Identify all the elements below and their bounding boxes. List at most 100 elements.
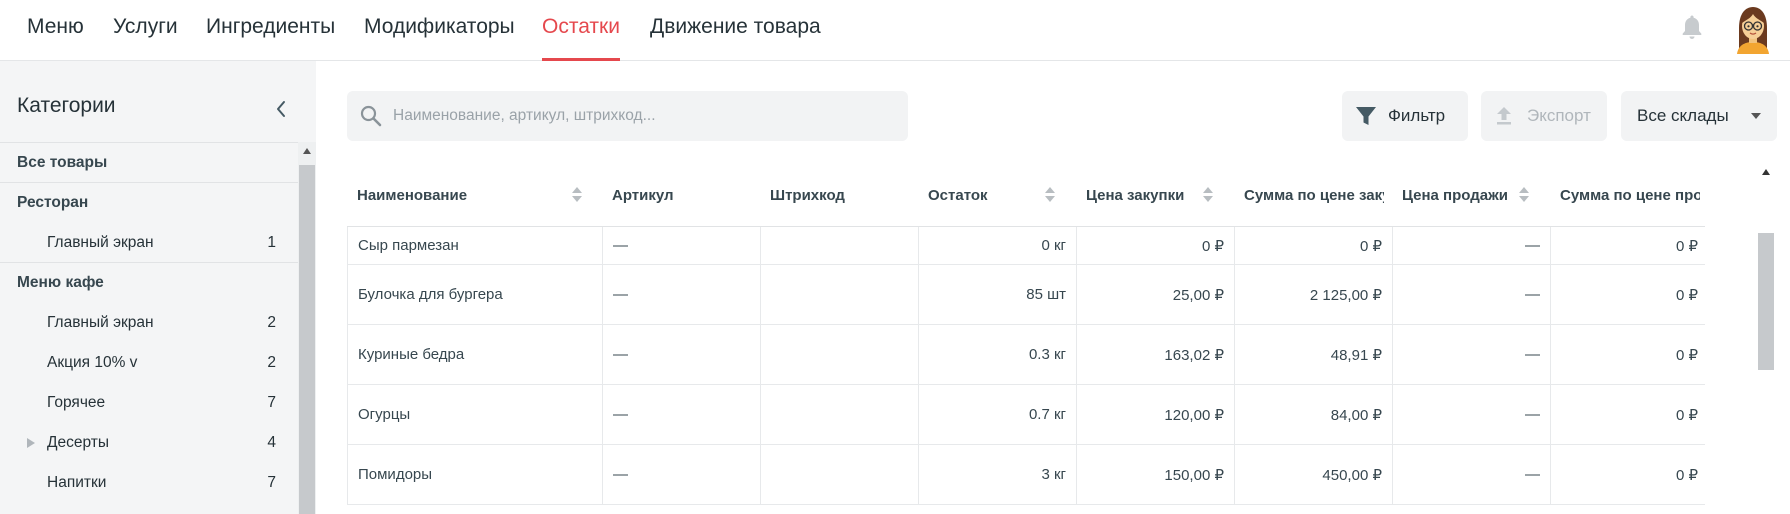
category-label: Все товары xyxy=(17,154,108,171)
cell-sale-sum: 0 ₽ xyxy=(1551,445,1705,504)
export-label: Экспорт xyxy=(1527,106,1591,125)
cell-barcode xyxy=(761,325,919,384)
warehouse-select-value: Все склады xyxy=(1637,106,1729,125)
table-body: Сыр пармезан — 0 кг 0 ₽ 0 ₽ — 0 ₽ Булочк… xyxy=(347,227,1705,505)
cell-barcode xyxy=(761,227,919,264)
chevron-down-icon xyxy=(1751,113,1761,119)
table-row[interactable]: Помидоры — 3 кг 150,00 ₽ 450,00 ₽ — 0 ₽ xyxy=(347,445,1705,505)
category-restaurant[interactable]: Ресторан xyxy=(0,183,298,223)
cell-name: Сыр пармезан xyxy=(347,227,603,264)
tab-ingredients[interactable]: Ингредиенты xyxy=(206,0,335,61)
category-count: 4 xyxy=(267,434,276,451)
cell-article: — xyxy=(603,445,761,504)
cell-barcode xyxy=(761,265,919,324)
category-cafe-menu[interactable]: Меню кафе xyxy=(0,263,298,303)
table-row[interactable]: Огурцы — 0.7 кг 120,00 ₽ 84,00 ₽ — 0 ₽ xyxy=(347,385,1705,445)
tab-services[interactable]: Услуги xyxy=(113,0,178,61)
warehouse-select[interactable]: Все склады xyxy=(1621,91,1777,141)
cell-purchase-sum: 84,00 ₽ xyxy=(1235,385,1393,444)
cell-sale-price: — xyxy=(1393,445,1551,504)
filter-label: Фильтр xyxy=(1388,106,1446,125)
category-count: 7 xyxy=(267,394,276,411)
category-list: Все товары Ресторан Главный экран 1 Меню… xyxy=(0,142,298,503)
cell-balance: 85 шт xyxy=(919,265,1077,324)
cell-balance: 0.7 кг xyxy=(919,385,1077,444)
stock-table: Наименование Артикул Штрихкод Остаток Це… xyxy=(347,165,1705,514)
cell-purchase-price: 150,00 ₽ xyxy=(1077,445,1235,504)
column-header-name[interactable]: Наименование xyxy=(347,165,602,227)
category-count: 7 xyxy=(267,474,276,491)
cell-purchase-price: 163,02 ₽ xyxy=(1077,325,1235,384)
top-navigation: Меню Услуги Ингредиенты Модификаторы Ост… xyxy=(0,0,1790,61)
cell-purchase-sum: 0 ₽ xyxy=(1235,227,1393,264)
category-label: Главный экран xyxy=(47,314,154,331)
category-cafe-main-screen[interactable]: Главный экран 2 xyxy=(0,303,298,343)
cell-sale-price: — xyxy=(1393,265,1551,324)
scroll-up-arrow-icon[interactable] xyxy=(303,148,311,154)
sort-icon[interactable] xyxy=(1045,187,1055,203)
sidebar-scrollbar-thumb[interactable] xyxy=(299,165,315,514)
column-header-purchase-price[interactable]: Цена закупки xyxy=(1076,165,1234,227)
column-header-sale-sum[interactable]: Сумма по цене продажи xyxy=(1550,165,1700,227)
cell-sale-sum: 0 ₽ xyxy=(1551,265,1705,324)
cell-sale-price: — xyxy=(1393,325,1551,384)
tab-goods-movement[interactable]: Движение товара xyxy=(650,0,821,61)
category-restaurant-main-screen[interactable]: Главный экран 1 xyxy=(0,223,298,263)
cell-sale-sum: 0 ₽ xyxy=(1551,325,1705,384)
tab-stock[interactable]: Остатки xyxy=(542,0,620,61)
export-button[interactable]: Экспорт xyxy=(1481,91,1607,141)
sort-icon[interactable] xyxy=(572,187,582,203)
category-label: Меню кафе xyxy=(17,274,104,291)
cell-name: Огурцы xyxy=(347,385,603,444)
cell-article: — xyxy=(603,325,761,384)
category-label: Ресторан xyxy=(17,194,89,211)
filter-icon xyxy=(1356,107,1376,125)
category-count: 1 xyxy=(267,234,276,251)
cell-name: Булочка для бургера xyxy=(347,265,603,324)
expand-arrow-icon[interactable] xyxy=(27,438,35,448)
cell-purchase-sum: 2 125,00 ₽ xyxy=(1235,265,1393,324)
cell-balance: 3 кг xyxy=(919,445,1077,504)
cell-name: Помидоры xyxy=(347,445,603,504)
user-avatar[interactable] xyxy=(1732,4,1774,54)
table-row[interactable]: Сыр пармезан — 0 кг 0 ₽ 0 ₽ — 0 ₽ xyxy=(347,227,1705,265)
chevron-left-icon[interactable] xyxy=(271,97,291,121)
search-box xyxy=(347,91,908,141)
category-promo[interactable]: Акция 10% v 2 xyxy=(0,343,298,383)
cell-article: — xyxy=(603,385,761,444)
column-header-barcode[interactable]: Штрихкод xyxy=(760,165,918,227)
category-hot[interactable]: Горячее 7 xyxy=(0,383,298,423)
category-label: Десерты xyxy=(47,434,110,451)
upload-icon xyxy=(1497,107,1511,125)
search-input[interactable] xyxy=(393,91,893,141)
cell-purchase-sum: 450,00 ₽ xyxy=(1235,445,1393,504)
tab-menu[interactable]: Меню xyxy=(27,0,84,61)
table-scrollbar-thumb[interactable] xyxy=(1758,233,1774,370)
category-drinks[interactable]: Напитки 7 xyxy=(0,463,298,503)
table-header: Наименование Артикул Штрихкод Остаток Це… xyxy=(347,165,1705,227)
column-header-article[interactable]: Артикул xyxy=(602,165,760,227)
bell-icon[interactable] xyxy=(1680,14,1704,40)
category-count: 2 xyxy=(267,354,276,371)
column-header-balance[interactable]: Остаток xyxy=(918,165,1076,227)
column-header-sale-price[interactable]: Цена продажи xyxy=(1392,165,1550,227)
scroll-up-arrow-icon[interactable] xyxy=(1762,169,1770,175)
category-all-goods[interactable]: Все товары xyxy=(0,143,298,183)
cell-balance: 0 кг xyxy=(919,227,1077,264)
table-row[interactable]: Булочка для бургера — 85 шт 25,00 ₽ 2 12… xyxy=(347,265,1705,325)
cell-sale-price: — xyxy=(1393,385,1551,444)
table-row[interactable]: Куриные бедра — 0.3 кг 163,02 ₽ 48,91 ₽ … xyxy=(347,325,1705,385)
category-label: Акция 10% v xyxy=(47,354,138,371)
column-header-purchase-sum[interactable]: Сумма по цене закупки xyxy=(1234,165,1384,227)
category-desserts[interactable]: Десерты 4 xyxy=(0,423,298,463)
search-icon xyxy=(360,105,382,127)
filter-button[interactable]: Фильтр xyxy=(1342,91,1468,141)
sort-icon[interactable] xyxy=(1519,187,1529,203)
cell-name: Куриные бедра xyxy=(347,325,603,384)
sort-icon[interactable] xyxy=(1203,187,1213,203)
cell-sale-price: — xyxy=(1393,227,1551,264)
categories-sidebar: Категории Все товары Ресторан Главный эк… xyxy=(0,61,316,514)
tab-modifiers[interactable]: Модификаторы xyxy=(364,0,515,61)
cell-sale-sum: 0 ₽ xyxy=(1551,227,1705,264)
cell-balance: 0.3 кг xyxy=(919,325,1077,384)
